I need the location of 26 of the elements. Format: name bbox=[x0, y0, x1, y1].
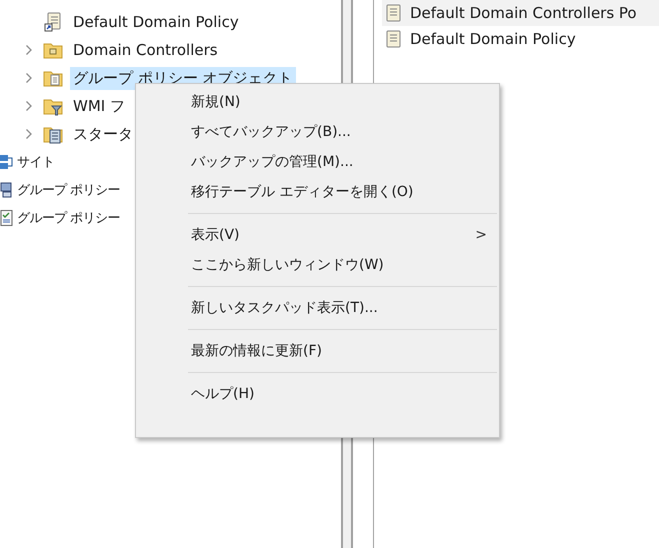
expand-chevron-icon[interactable] bbox=[25, 100, 33, 112]
tree-item[interactable]: グループ ポリシー bbox=[17, 207, 120, 229]
list-item[interactable]: Default Domain Controllers Po bbox=[382, 0, 659, 26]
menu-item[interactable]: 移行テーブル エディターを開く(O) bbox=[136, 177, 499, 207]
menu-item[interactable]: ここから新しいウィンドウ(W) bbox=[136, 250, 499, 280]
menu-item[interactable]: 新規(N) bbox=[136, 87, 499, 117]
menu-item[interactable]: ヘルプ(H) bbox=[136, 379, 499, 409]
tree-item[interactable]: Default Domain Policy bbox=[70, 11, 242, 33]
menu-item[interactable]: 新しいタスクパッド表示(T)... bbox=[136, 293, 499, 323]
menu-item[interactable]: 最新の情報に更新(F) bbox=[136, 336, 499, 366]
expand-chevron-icon[interactable] bbox=[25, 128, 33, 140]
expand-chevron-icon[interactable] bbox=[25, 72, 33, 84]
list-item[interactable]: Default Domain Policy bbox=[382, 26, 659, 52]
tree-item[interactable]: サイト bbox=[17, 151, 54, 173]
tree-item[interactable]: スタータ bbox=[70, 122, 136, 146]
network-icon bbox=[0, 154, 14, 170]
expand-chevron-icon[interactable] bbox=[25, 44, 33, 56]
menu-item-label: 表示(V) bbox=[191, 226, 240, 244]
menu-item[interactable]: バックアップの管理(M)... bbox=[136, 147, 499, 177]
tree-item[interactable]: グループ ポリシー bbox=[17, 179, 120, 201]
computer-icon bbox=[0, 182, 14, 198]
tree-item[interactable]: Domain Controllers bbox=[70, 39, 221, 61]
tree-item[interactable]: WMI フ bbox=[70, 94, 128, 118]
menu-item[interactable]: 表示(V) > bbox=[136, 220, 499, 250]
submenu-arrow: > bbox=[475, 227, 487, 243]
menu-item[interactable]: すべてバックアップ(B)... bbox=[136, 117, 499, 147]
